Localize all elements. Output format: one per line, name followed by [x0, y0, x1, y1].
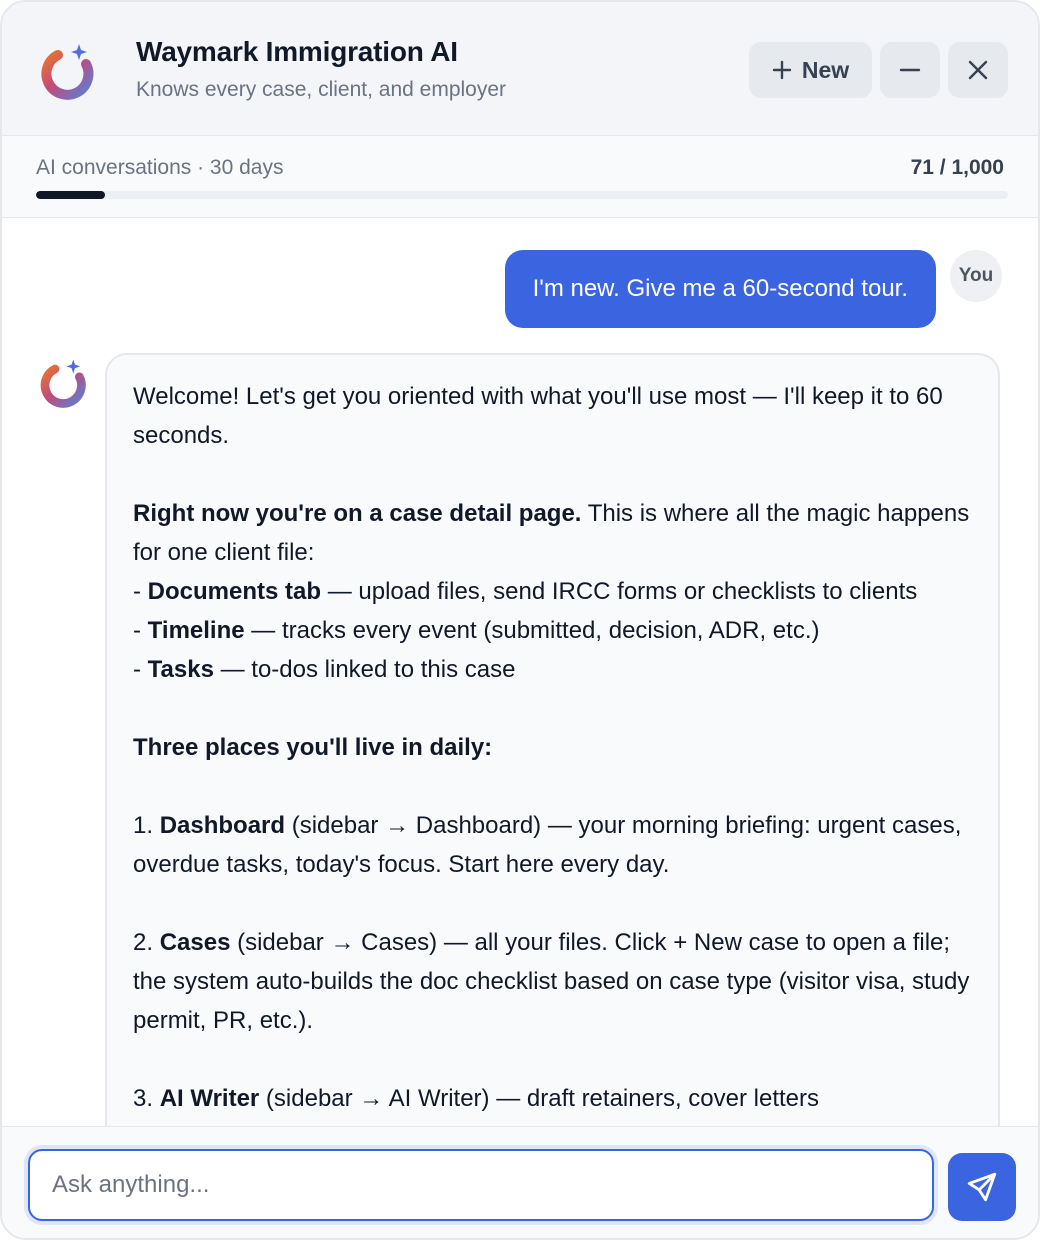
- close-button[interactable]: [948, 42, 1008, 98]
- assistant-message: Welcome! Let's get you oriented with wha…: [105, 353, 1000, 1126]
- message-bullet: - Timeline — tracks every event (submitt…: [133, 617, 820, 644]
- conversation[interactable]: I'm new. Give me a 60-second tour. You W…: [2, 218, 1038, 1126]
- usage-count: 71 / 1,000: [910, 156, 1004, 179]
- message-input-wrapper: [24, 1145, 938, 1225]
- usage-progress-fill: [36, 191, 105, 199]
- waymark-logo-icon: [41, 44, 94, 100]
- ai-chat-window: Waymark Immigration AI Knows every case,…: [0, 0, 1040, 1240]
- usage-meter: AI conversations · 30 days 71 / 1,000: [2, 136, 1038, 218]
- chat-header: Waymark Immigration AI Knows every case,…: [2, 2, 1038, 136]
- send-icon: [967, 1172, 997, 1202]
- new-chat-label: New: [801, 56, 850, 83]
- user-avatar: You: [950, 250, 1002, 302]
- assistant-avatar-icon: [40, 359, 86, 408]
- message-bullet: - Tasks — to-dos linked to this case: [133, 656, 516, 683]
- message-input[interactable]: [28, 1149, 934, 1221]
- user-message: I'm new. Give me a 60-second tour.: [504, 250, 936, 328]
- plus-icon: [772, 60, 792, 80]
- message-paragraph: Right now you're on a case detail page. …: [133, 500, 970, 566]
- message-bullet: - Documents tab — upload files, send IRC…: [133, 578, 918, 605]
- chat-subtitle: Knows every case, client, and employer: [136, 78, 507, 101]
- close-icon: [968, 60, 988, 80]
- send-button[interactable]: [948, 1153, 1016, 1221]
- message-numbered-item: 1. Dashboard (sidebar → Dashboard) — you…: [133, 812, 962, 878]
- message-heading: Three places you'll live in daily:: [133, 734, 493, 761]
- minus-icon: [899, 68, 921, 72]
- message-numbered-item: 3. AI Writer (sidebar → AI Writer) — dra…: [133, 1085, 819, 1112]
- usage-label: AI conversations · 30 days: [36, 156, 284, 179]
- minimize-button[interactable]: [880, 42, 940, 98]
- message-numbered-item: 2. Cases (sidebar → Cases) — all your fi…: [133, 929, 970, 1034]
- message-paragraph: Welcome! Let's get you oriented with wha…: [133, 383, 943, 449]
- new-chat-button[interactable]: New: [749, 42, 872, 98]
- usage-progress-track: [36, 191, 1008, 199]
- chat-title: Waymark Immigration AI: [136, 36, 458, 67]
- composer: [2, 1126, 1038, 1238]
